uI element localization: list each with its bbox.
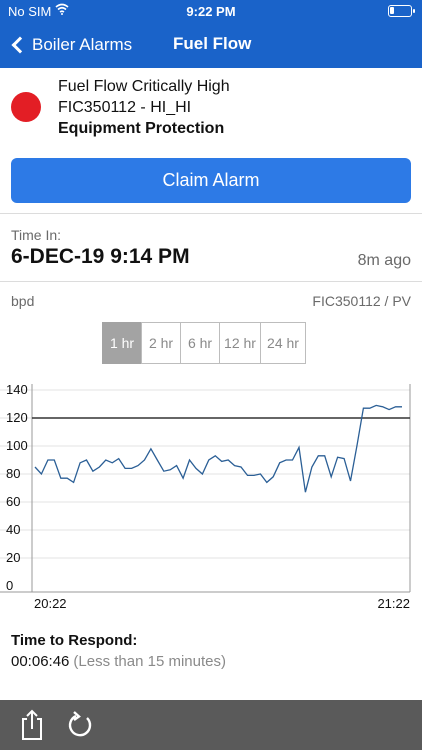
time-in-value: 6-DEC-19 9:14 PM	[11, 245, 190, 268]
divider	[0, 213, 422, 214]
y-tick-label: 80	[6, 466, 20, 481]
time-to-respond-value: 00:06:46 (Less than 15 minutes)	[11, 653, 226, 670]
top-bar: No SIM 9:22 PM Boiler Alarms Fuel Flow	[0, 0, 422, 68]
divider	[0, 281, 422, 282]
range-option-1hr[interactable]: 1 hr	[102, 322, 142, 364]
trend-chart: 0 20 40 60 80 100 120 140 20:22 21:22	[0, 382, 411, 611]
time-ago-label: 8m ago	[357, 252, 411, 269]
x-tick-label: 20:22	[34, 596, 67, 611]
time-in-label: Time In:	[11, 227, 62, 243]
x-tick-label: 21:22	[377, 596, 410, 611]
alarm-tag: FIC350112 - HI_HI	[58, 99, 192, 116]
battery-icon	[388, 5, 415, 17]
y-tick-label: 120	[6, 410, 28, 425]
y-tick-label: 100	[6, 438, 28, 453]
y-tick-label: 0	[6, 578, 13, 593]
time-range-selector: 1 hr 2 hr 6 hr 12 hr 24 hr	[102, 322, 306, 364]
status-bar: No SIM 9:22 PM	[0, 0, 422, 22]
back-button-label: Boiler Alarms	[32, 35, 133, 54]
chevron-left-icon	[11, 36, 29, 54]
chart-unit-label: bpd	[11, 293, 35, 309]
share-icon[interactable]	[16, 708, 48, 742]
refresh-icon[interactable]	[64, 708, 96, 742]
y-tick-label: 40	[6, 522, 20, 537]
bottom-toolbar	[0, 700, 422, 750]
claim-alarm-button[interactable]: Claim Alarm	[11, 158, 411, 203]
y-tick-label: 20	[6, 550, 20, 565]
status-time: 9:22 PM	[186, 4, 236, 19]
range-option-6hr[interactable]: 6 hr	[180, 322, 220, 364]
chart-tag-label: FIC350112 / PV	[312, 293, 411, 309]
y-tick-label: 140	[6, 382, 28, 397]
nav-bar: Boiler Alarms Fuel Flow	[0, 22, 422, 68]
y-tick-label: 60	[6, 494, 20, 509]
time-to-respond-label: Time to Respond:	[11, 632, 138, 649]
time-to-respond-duration: 00:06:46	[11, 653, 70, 670]
alarm-category: Equipment Protection	[58, 120, 225, 137]
back-button[interactable]: Boiler Alarms	[10, 32, 132, 58]
range-option-24hr[interactable]: 24 hr	[260, 322, 306, 364]
alarm-severity-indicator	[11, 92, 41, 122]
time-to-respond-note: (Less than 15 minutes)	[73, 653, 226, 670]
range-option-12hr[interactable]: 12 hr	[219, 322, 261, 364]
alarm-title: Fuel Flow Critically High	[58, 78, 230, 95]
page-title: Fuel Flow	[173, 34, 252, 53]
range-option-2hr[interactable]: 2 hr	[141, 322, 181, 364]
